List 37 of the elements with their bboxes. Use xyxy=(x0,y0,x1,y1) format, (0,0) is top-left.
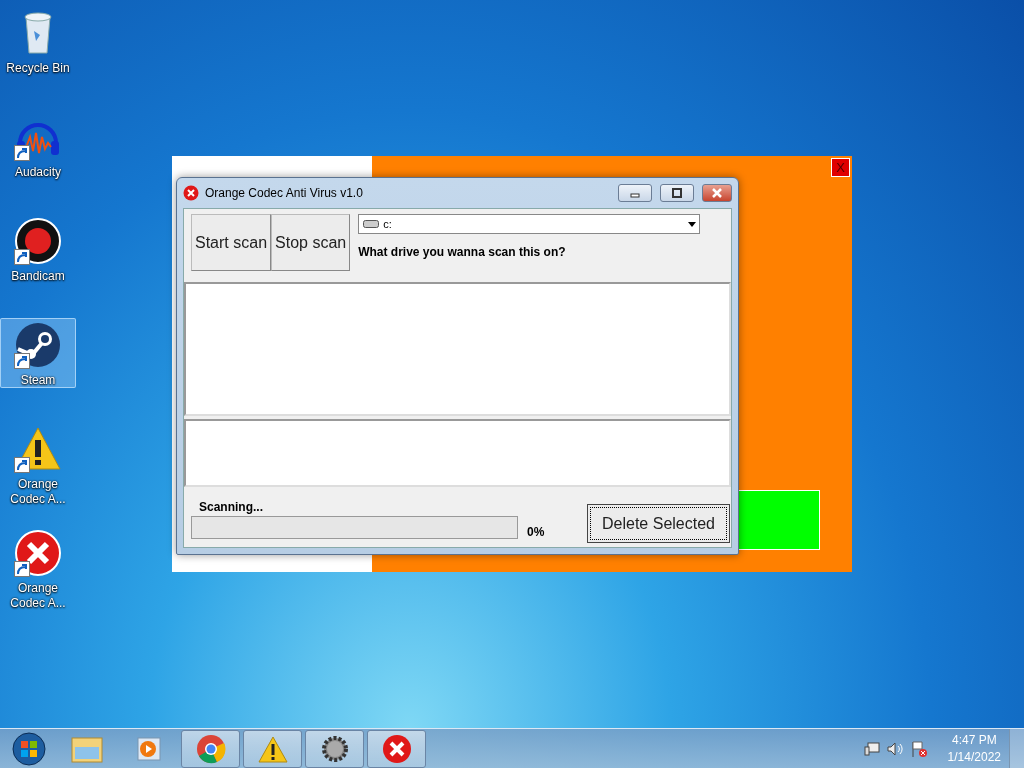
chrome-icon xyxy=(195,733,226,764)
flag-error-icon xyxy=(909,739,928,758)
close-icon xyxy=(711,188,723,198)
start-orb-icon xyxy=(12,731,46,766)
media-player-icon xyxy=(134,734,163,763)
drive-icon xyxy=(363,219,380,229)
desktop-icon-label[interactable]: Steam xyxy=(6,373,70,388)
desktop-icon-label[interactable]: Audacity xyxy=(6,165,70,180)
maximize-button[interactable] xyxy=(660,184,694,202)
scan-button[interactable]: Start scan xyxy=(191,214,272,271)
drive-dropdown[interactable]: c: xyxy=(358,214,701,234)
clock-time: 4:47 PM xyxy=(951,731,997,749)
error-icon xyxy=(381,733,412,764)
network-icon xyxy=(863,740,880,757)
delete-selected-button[interactable]: Delete Selected xyxy=(587,504,730,543)
folder-icon xyxy=(70,734,103,763)
warning-icon xyxy=(257,734,288,763)
desktop-icon-label[interactable]: Orange Codec A... xyxy=(6,477,70,507)
window-title: Orange Codec Anti Virus v1.0 xyxy=(205,186,364,200)
status-text: Scanning... xyxy=(199,500,264,514)
clock-date: 1/14/2022 xyxy=(947,748,1001,766)
desktop-icon-label[interactable]: Bandicam xyxy=(6,269,70,284)
taskbar-button[interactable] xyxy=(305,729,364,768)
maximize-icon xyxy=(672,188,682,198)
gear-icon xyxy=(319,733,350,764)
desktop-icon-label[interactable]: Orange Codec A... xyxy=(6,581,70,611)
volume-icon xyxy=(885,740,904,757)
desktop-icon-label[interactable]: Recycle Bin xyxy=(6,61,70,76)
drive-prompt: What drive you wanna scan this on? xyxy=(358,245,567,259)
scan-button[interactable]: Stop scan xyxy=(271,214,351,271)
error-icon xyxy=(183,185,199,201)
taskbar-button[interactable] xyxy=(367,729,426,768)
close-button[interactable] xyxy=(702,184,732,202)
show-desktop-button[interactable] xyxy=(1009,728,1024,768)
progress-percent: 0% xyxy=(527,525,545,539)
minimize-button[interactable] xyxy=(618,184,652,202)
close-button[interactable]: X xyxy=(831,158,850,177)
